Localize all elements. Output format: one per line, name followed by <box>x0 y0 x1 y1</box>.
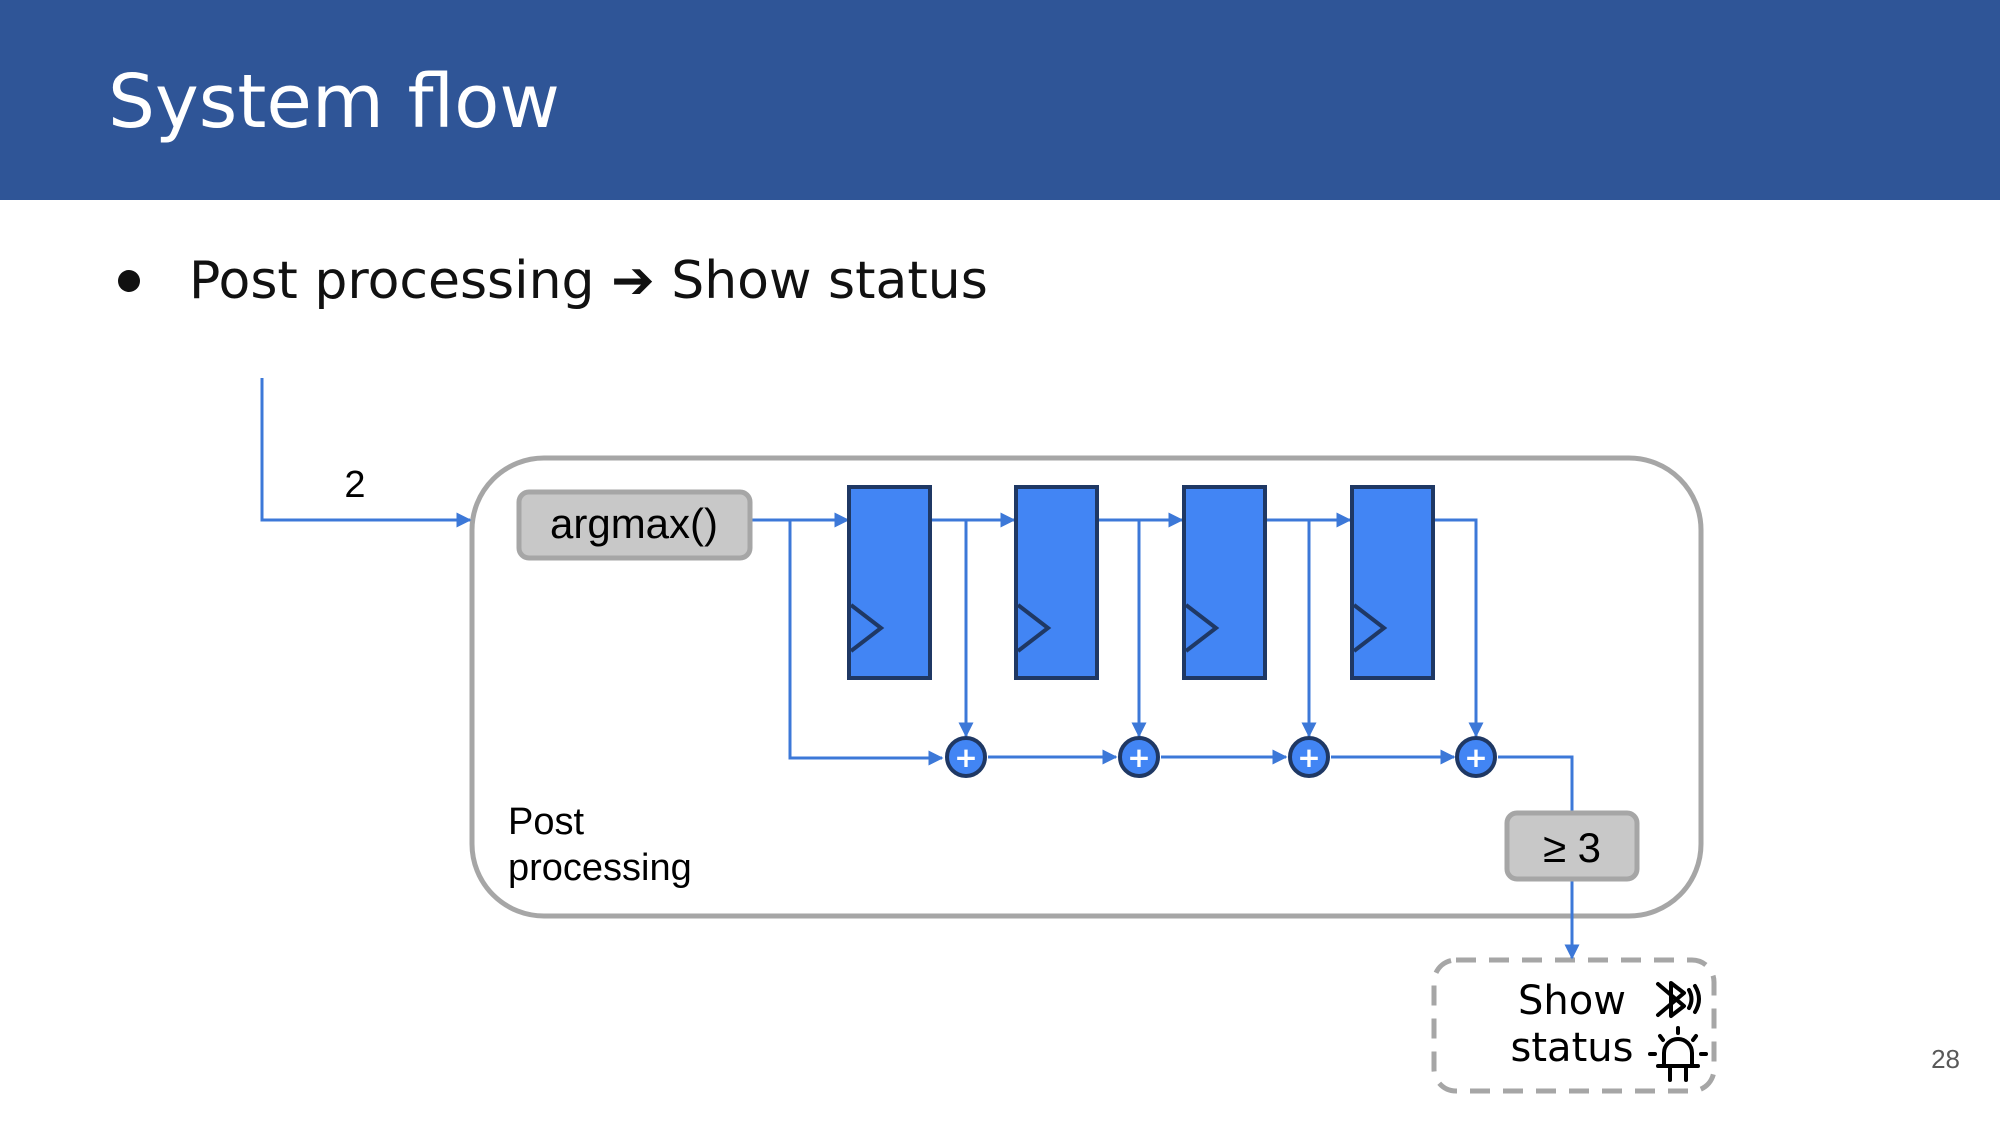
register-4-to-adder-4-wire <box>1434 518 1484 738</box>
argmax-label: argmax() <box>550 500 718 547</box>
bluetooth-icon <box>1656 981 1701 1018</box>
input-count-label: 2 <box>344 464 365 506</box>
alarm-light-icon <box>1648 1026 1708 1082</box>
adder-plus-icon: + <box>954 741 977 774</box>
adder-4: + <box>1455 736 1497 778</box>
register-1 <box>847 485 932 680</box>
output-label-line2: status <box>1511 1025 1634 1071</box>
adder-4-to-threshold-wire <box>1498 755 1574 812</box>
adder-plus-icon: + <box>1127 741 1150 774</box>
threshold-label: ≥ 3 <box>1543 824 1601 871</box>
register-4 <box>1350 485 1435 680</box>
output-label-line1: Show <box>1518 978 1626 1024</box>
group-label-line1: Post <box>508 801 584 843</box>
register-3 <box>1182 485 1267 680</box>
input-wire <box>260 378 472 528</box>
group-label-line2: processing <box>508 847 692 889</box>
argmax-box: argmax() <box>516 489 753 561</box>
system-flow-diagram: argmax() + + + + ≥ 3 2 Post processing S… <box>260 378 1717 1094</box>
adder-3: + <box>1288 736 1330 778</box>
adder-2: + <box>1118 736 1160 778</box>
adder-1: + <box>945 736 987 778</box>
threshold-box: ≥ 3 <box>1504 810 1640 882</box>
adder-plus-icon: + <box>1464 741 1487 774</box>
adder-plus-icon: + <box>1297 741 1320 774</box>
register-2 <box>1014 485 1099 680</box>
page-number: 28 <box>1931 1044 1960 1074</box>
